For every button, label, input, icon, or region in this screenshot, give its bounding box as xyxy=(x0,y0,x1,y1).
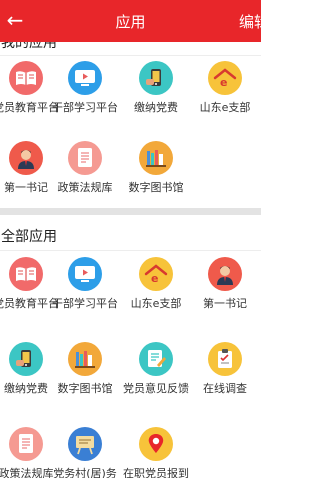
tv-play-icon xyxy=(68,257,102,291)
document-icon-glyph xyxy=(78,148,92,167)
bookshelf-icon-glyph xyxy=(75,351,95,368)
book-icon xyxy=(9,61,43,95)
app-tile[interactable]: 党务村(居)务公开 xyxy=(50,427,120,478)
edit-button[interactable]: 编辑 xyxy=(239,11,269,32)
phone-payment-icon xyxy=(139,61,173,95)
board-icon-glyph xyxy=(76,436,94,455)
person-icon xyxy=(208,257,242,291)
survey-clipboard-icon xyxy=(208,342,242,376)
section-title-my-apps: 我的应用 xyxy=(1,42,57,51)
house-e-icon-glyph: e xyxy=(144,264,168,284)
book-icon xyxy=(9,257,43,291)
my-apps-section: 我的应用 党员教育平台干部学习平台缴纳党费e山东e支部第一书记政策法规库数字图书… xyxy=(0,42,261,208)
app-tile-label: 政策法规库 xyxy=(57,181,113,194)
bookshelf-icon xyxy=(139,141,173,175)
app-tile-label: 数字图书馆 xyxy=(57,382,113,395)
bookshelf-icon-glyph xyxy=(146,150,166,167)
app-tile[interactable]: 缴纳党费 xyxy=(121,61,191,114)
feedback-edit-icon xyxy=(139,342,173,376)
app-tile[interactable]: 在职党员报到 xyxy=(121,427,191,478)
svg-text:e: e xyxy=(220,76,227,88)
app-tile-label: 干部学习平台 xyxy=(52,101,118,114)
house-e-icon-glyph: e xyxy=(213,68,237,88)
house-e-icon: e xyxy=(139,257,173,291)
location-pin-icon-glyph xyxy=(148,434,164,453)
person-icon xyxy=(9,141,43,175)
app-tile-label: 数字图书馆 xyxy=(128,181,184,194)
section-title-all-apps: 全部应用 xyxy=(1,229,57,245)
feedback-edit-icon-glyph xyxy=(148,350,166,367)
document-icon-glyph xyxy=(19,434,33,453)
app-tile[interactable]: 数字图书馆 xyxy=(121,141,191,194)
tv-play-icon xyxy=(68,61,102,95)
book-icon-glyph xyxy=(16,267,36,281)
section-separator xyxy=(0,250,261,251)
phone-payment-icon-glyph xyxy=(16,350,31,367)
document-icon xyxy=(68,141,102,175)
section-divider xyxy=(0,208,261,215)
app-tile-label: 在职党员报到 xyxy=(123,467,189,478)
bookshelf-icon xyxy=(68,342,102,376)
app-header: ← 应用 编辑 xyxy=(0,0,269,42)
app-tile-label: 在线调查 xyxy=(203,382,247,395)
app-tile[interactable]: e 山东e支部 xyxy=(121,257,191,310)
app-tile-label: 山东e支部 xyxy=(130,297,182,310)
document-icon xyxy=(9,427,43,461)
app-tile[interactable]: 干部学习平台 xyxy=(50,61,120,114)
person-icon-glyph xyxy=(18,150,34,169)
phone-payment-icon xyxy=(9,342,43,376)
app-tile-label: 党员意见反馈 xyxy=(123,382,189,395)
house-e-icon: e xyxy=(208,61,242,95)
app-tile-label: 山东e支部 xyxy=(199,101,251,114)
app-tile-label: 党务村(居)务公开 xyxy=(53,467,117,478)
tv-play-icon-glyph xyxy=(75,70,95,86)
board-icon xyxy=(68,427,102,461)
app-tile[interactable]: 数字图书馆 xyxy=(50,342,120,395)
app-tile[interactable]: 在线调查 xyxy=(190,342,260,395)
app-tile[interactable]: 第一书记 xyxy=(190,257,260,310)
book-icon-glyph xyxy=(16,71,36,85)
app-tile[interactable]: e 山东e支部 xyxy=(190,61,260,114)
page-title: 应用 xyxy=(115,13,146,31)
phone-payment-icon-glyph xyxy=(146,69,161,86)
all-apps-section: 全部应用 党员教育平台干部学习平台e山东e支部第一书记缴纳党费数字图书馆党员意见… xyxy=(0,215,261,478)
section-separator xyxy=(0,55,261,56)
location-pin-icon xyxy=(139,427,173,461)
survey-clipboard-icon-glyph xyxy=(218,349,232,368)
app-tile[interactable]: 党员意见反馈 xyxy=(121,342,191,395)
svg-text:e: e xyxy=(151,272,158,284)
tv-play-icon-glyph xyxy=(75,266,95,282)
app-tile-label: 干部学习平台 xyxy=(52,297,118,310)
app-tile[interactable]: 干部学习平台 xyxy=(50,257,120,310)
app-tile[interactable]: 政策法规库 xyxy=(50,141,120,194)
app-tile-label: 第一书记 xyxy=(203,297,247,310)
app-tile-label: 缴纳党费 xyxy=(134,101,178,114)
person-icon-glyph xyxy=(217,266,233,285)
